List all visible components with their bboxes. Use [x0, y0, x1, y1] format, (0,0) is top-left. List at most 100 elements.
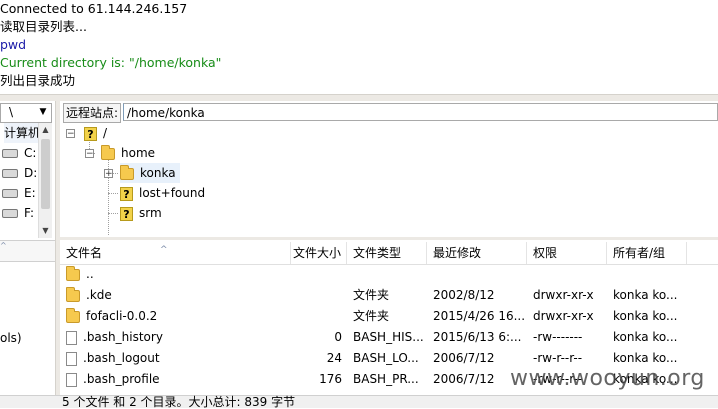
table-row[interactable]: .bash_history 0 BASH_HIS... 2015/6/13 6:… — [60, 327, 718, 348]
file-permissions: -rw------- — [533, 330, 583, 344]
question-icon: ? — [84, 126, 97, 141]
file-size: 24 — [326, 351, 342, 365]
remote-tree-item-lost-found[interactable]: ? lost+found — [120, 183, 205, 203]
remote-list-header: 文件名 ^ 文件大小 文件类型 最近修改 权限 所有者/组 — [60, 242, 718, 265]
file-type: BASH_LO... — [353, 351, 419, 365]
local-tree-scrollbar[interactable]: ▲ ▼ — [38, 123, 52, 238]
log-line: Connected to 61.144.246.157 — [0, 1, 188, 16]
column-header-name[interactable]: 文件名 ^ — [60, 242, 291, 264]
file-owner: konka ko... — [613, 288, 678, 302]
chevron-down-icon[interactable]: ▼ — [37, 104, 49, 120]
remote-tree-item-root[interactable]: ? / — [84, 123, 107, 143]
column-header-label: 所有者/组 — [613, 246, 666, 260]
remote-tree-item-home[interactable]: home — [101, 143, 155, 163]
folder-icon — [101, 144, 115, 160]
scrollbar-thumb[interactable] — [41, 139, 50, 209]
table-row[interactable]: fofacli-0.0.2 文件夹 2015/4/26 16... drwxr-… — [60, 306, 718, 327]
file-name: fofacli-0.0.2 — [86, 309, 158, 323]
sort-up-icon: ^ — [160, 245, 168, 255]
watermark: www.wooyun.org — [510, 366, 705, 391]
remote-tree-label: home — [121, 146, 156, 160]
local-tree-item-f[interactable]: F: — [0, 203, 34, 223]
local-tree: 计算机 C: D: E: F: — [0, 123, 38, 238]
column-header-label: 文件名 — [66, 246, 103, 260]
log-line: 读取目录列表... — [0, 19, 87, 34]
question-icon: ? — [120, 186, 133, 201]
file-type: BASH_PR... — [353, 372, 419, 386]
file-name: .. — [86, 267, 94, 281]
folder-icon — [66, 286, 80, 302]
remote-site-label: 远程站点: — [63, 103, 122, 123]
local-tree-label: E: — [24, 186, 36, 200]
remote-panel: 远程站点: /home/konka − ? / − home + konka ? l… — [60, 101, 718, 407]
local-tree-item-e[interactable]: E: — [0, 183, 36, 203]
file-icon — [66, 372, 77, 387]
remote-path-input[interactable]: /home/konka — [123, 103, 718, 121]
collapse-icon[interactable]: − — [66, 129, 75, 139]
file-name: .bash_logout — [83, 351, 160, 365]
file-modified: 2002/8/12 — [433, 288, 495, 302]
column-header-permissions[interactable]: 权限 — [527, 242, 607, 264]
file-type: BASH_HIS... — [353, 330, 423, 344]
local-drive-combo[interactable]: \ ▼ — [0, 103, 52, 123]
column-header-type[interactable]: 文件类型 — [347, 242, 427, 264]
local-tree-item-computer[interactable]: 计算机 — [4, 123, 38, 143]
local-tree-item-d[interactable]: D: — [0, 163, 37, 183]
table-row[interactable]: .. — [60, 264, 718, 285]
local-tree-label: F: — [24, 206, 35, 220]
sort-up-icon: ^ — [0, 241, 7, 250]
folder-icon — [66, 307, 80, 323]
file-type: 文件夹 — [353, 288, 390, 302]
local-list-partial-text: ols) — [0, 331, 22, 345]
remote-tree-item-srm[interactable]: ? srm — [120, 203, 162, 223]
drive-icon — [2, 189, 18, 198]
remote-tree-list-splitter[interactable] — [60, 237, 718, 240]
remote-tree-item-konka[interactable]: konka — [120, 163, 180, 183]
remote-tree: − ? / − home + konka ? lost+found ? srm — [60, 123, 718, 239]
horizontal-splitter[interactable] — [0, 94, 718, 101]
log-line: Current directory is: "/home/konka" — [0, 55, 222, 70]
column-header-label: 文件类型 — [353, 246, 402, 260]
file-icon — [66, 330, 77, 345]
collapse-icon[interactable]: − — [85, 149, 94, 159]
folder-icon — [66, 265, 80, 281]
file-name: .kde — [86, 288, 112, 302]
remote-tree-label: lost+found — [139, 186, 206, 200]
drive-icon — [2, 149, 18, 158]
local-drive-value: \ — [9, 105, 14, 119]
column-header-owner[interactable]: 所有者/组 — [607, 242, 687, 264]
remote-tree-label: konka — [140, 166, 176, 180]
file-name: .bash_profile — [83, 372, 160, 386]
scroll-down-icon[interactable]: ▼ — [39, 224, 52, 238]
column-header-modified[interactable]: 最近修改 — [427, 242, 527, 264]
table-row[interactable]: .kde 文件夹 2002/8/12 drwxr-xr-x konka ko..… — [60, 285, 718, 306]
remote-tree-label: / — [103, 126, 108, 140]
remote-tree-label: srm — [139, 206, 162, 220]
file-modified: 2015/6/13 6:... — [433, 330, 522, 344]
local-tree-label: D: — [24, 166, 38, 180]
column-header-size[interactable]: 文件大小 — [291, 242, 347, 264]
local-panel: \ ▼ 计算机 C: D: E: F: ▲ ▼ ^ ols) — [0, 101, 56, 407]
log-line: pwd — [0, 37, 27, 52]
question-icon: ? — [120, 206, 133, 221]
column-header-label: 文件大小 — [292, 246, 341, 260]
drive-icon — [2, 169, 18, 178]
file-modified: 2015/4/26 16... — [433, 309, 526, 323]
message-log: Connected to 61.144.246.157 读取目录列表... pw… — [0, 0, 718, 94]
drive-icon — [2, 209, 18, 218]
file-icon — [66, 351, 77, 366]
scroll-up-icon[interactable]: ▲ — [39, 123, 52, 137]
file-size: 0 — [334, 330, 342, 344]
local-tree-label: C: — [24, 146, 37, 160]
file-owner: konka ko... — [613, 330, 678, 344]
folder-icon — [120, 164, 134, 180]
column-header-label: 权限 — [533, 246, 558, 260]
local-tree-item-c[interactable]: C: — [0, 143, 36, 163]
file-type: 文件夹 — [353, 309, 390, 323]
status-bar: 5 个文件 和 2 个目录。大小总计: 839 字节 — [0, 395, 718, 409]
expand-icon[interactable]: + — [104, 169, 113, 179]
file-permissions: drwxr-xr-x — [533, 288, 594, 302]
file-permissions: drwxr-xr-x — [533, 309, 594, 323]
local-list-header[interactable]: ^ — [0, 240, 55, 262]
file-size: 176 — [319, 372, 342, 386]
